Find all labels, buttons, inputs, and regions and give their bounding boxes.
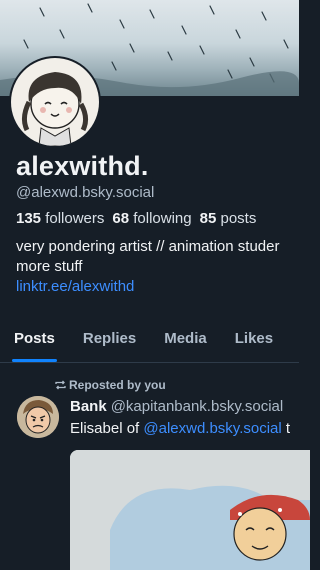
post-image-artwork (70, 450, 310, 570)
bio-line: more stuff (16, 258, 83, 275)
post-text-suffix: t (281, 420, 291, 437)
posts-label: posts (220, 210, 257, 227)
post-text-prefix: Elisabel of (70, 420, 144, 437)
profile-link[interactable]: linktr.ee/alexwithd (16, 277, 299, 297)
avatar-illustration (21, 72, 89, 146)
profile-handle: @alexwd.bsky.social (16, 184, 155, 201)
followers-stat[interactable]: 135 followers (16, 210, 112, 227)
post-author-name[interactable]: Bank (70, 398, 107, 415)
repost-label: Reposted by you (69, 378, 166, 392)
tab-media[interactable]: Media (164, 316, 207, 362)
followers-count: 135 (16, 210, 42, 227)
following-count: 68 (112, 210, 130, 227)
profile-tabs: Posts Replies Media Likes (0, 316, 299, 363)
tab-replies[interactable]: Replies (83, 316, 136, 362)
post-mention-link[interactable]: @alexwd.bsky.social (143, 420, 281, 437)
profile-display-name: alexwithd. (16, 151, 149, 181)
followers-label: followers (45, 210, 105, 227)
post-image[interactable] (70, 450, 310, 570)
post-avatar-illustration (17, 396, 59, 438)
post-text: Elisabel of @alexwd.bsky.social t (70, 420, 290, 437)
posts-count: 85 (199, 210, 217, 227)
following-label: following (133, 210, 192, 227)
repost-indicator: Reposted by you (55, 378, 166, 392)
repost-icon (55, 378, 66, 392)
profile-stats: 135 followers 68 following 85 posts (16, 210, 299, 227)
profile-bio: very pondering artist // animation stude… (16, 237, 299, 297)
tab-posts[interactable]: Posts (12, 316, 57, 362)
following-stat[interactable]: 68 following (112, 210, 199, 227)
feed-post[interactable]: Reposted by you Bank @kapitanbank.bsky.so… (0, 372, 310, 570)
profile-avatar (11, 58, 99, 146)
bio-line: very pondering artist // animation stude… (16, 238, 280, 255)
post-author-avatar[interactable] (17, 396, 59, 438)
post-header: Bank @kapitanbank.bsky.social (70, 398, 283, 415)
tab-likes[interactable]: Likes (235, 316, 273, 362)
posts-stat: 85 posts (200, 210, 265, 227)
profile-avatar-frame[interactable] (9, 56, 101, 148)
profile-info: alexwithd. @alexwd.bsky.social 135 follo… (16, 150, 299, 297)
post-author-handle[interactable]: @kapitanbank.bsky.social (111, 398, 284, 415)
